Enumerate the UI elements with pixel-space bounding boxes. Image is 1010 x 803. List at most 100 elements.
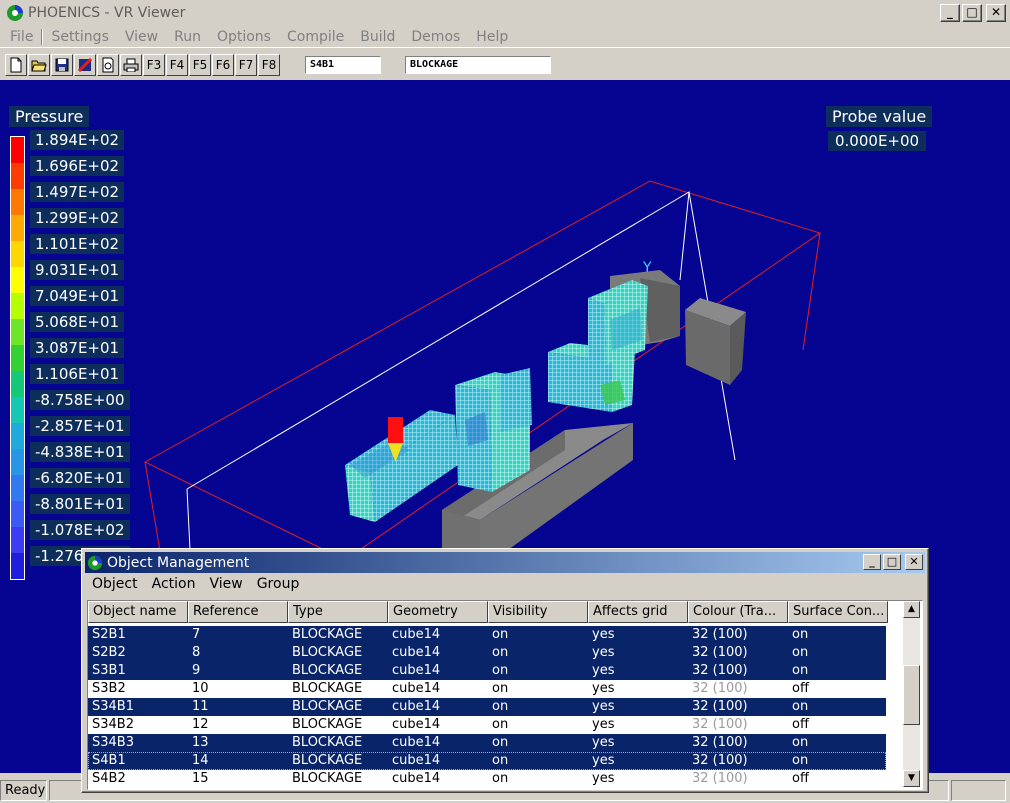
legend-value: 1.696E+02 <box>30 155 130 181</box>
table-cell-colour: 32 (100) <box>692 663 748 678</box>
column-header[interactable]: Surface Con... <box>788 601 888 623</box>
f7-button[interactable]: F7 <box>235 54 257 76</box>
document-view-icon[interactable] <box>97 54 119 76</box>
legend-swatch <box>11 501 24 527</box>
dialog-maximize-button[interactable]: □ <box>883 554 901 570</box>
table-cell-surface: off <box>792 717 809 732</box>
column-header[interactable]: Object name <box>88 601 188 623</box>
menu-compile[interactable]: Compile <box>279 29 352 45</box>
table-row[interactable]: S2B2 8 BLOCKAGE cube14 on yes 32 (100) on <box>88 644 886 662</box>
table-cell-surface: on <box>792 663 809 678</box>
maximize-button[interactable]: □ <box>962 4 982 22</box>
table-cell-surface: on <box>792 627 809 642</box>
table-cell-ref: 12 <box>192 717 209 732</box>
legend-value: 1.894E+02 <box>30 129 130 155</box>
column-header[interactable]: Reference <box>188 601 288 623</box>
legend-values: 1.894E+02 1.696E+02 1.497E+02 1.299E+02 1.10… <box>30 129 130 571</box>
f8-button[interactable]: F8 <box>258 54 280 76</box>
dialog-menu-action[interactable]: Action <box>145 575 203 595</box>
table-cell-affects: yes <box>592 627 615 642</box>
legend-swatch <box>11 137 24 163</box>
scroll-thumb[interactable] <box>903 665 920 725</box>
legend-value: 1.101E+02 <box>30 233 130 259</box>
column-header[interactable]: Colour (Tra... <box>688 601 788 623</box>
table-row[interactable]: S2B1 7 BLOCKAGE cube14 on yes 32 (100) on <box>88 626 886 644</box>
legend-swatch <box>11 553 24 579</box>
menu-build[interactable]: Build <box>352 29 403 45</box>
table-cell-colour: 32 (100) <box>692 645 748 660</box>
legend-swatch <box>11 215 24 241</box>
object-management-dialog: Object Management _ □ ✕ Object Action Vi… <box>81 548 929 793</box>
column-header[interactable]: Visibility <box>488 601 588 623</box>
scroll-up-button[interactable]: ▲ <box>903 601 920 618</box>
dialog-minimize-button[interactable]: _ <box>863 554 881 570</box>
menu-file[interactable]: File <box>0 29 41 45</box>
table-cell-visibility: on <box>492 753 509 768</box>
dialog-close-button[interactable]: ✕ <box>905 554 923 570</box>
menu-options[interactable]: Options <box>209 29 279 45</box>
menu-view[interactable]: View <box>117 29 166 45</box>
menu-run[interactable]: Run <box>166 29 209 45</box>
table-cell-visibility: on <box>492 717 509 732</box>
status-panel-end <box>951 780 1006 801</box>
open-folder-icon[interactable] <box>28 54 50 76</box>
column-header[interactable]: Geometry <box>388 601 488 623</box>
dialog-title-bar[interactable]: Object Management _ □ ✕ <box>85 552 925 573</box>
table-cell-ref: 7 <box>192 627 201 642</box>
table-cell-ref: 13 <box>192 735 209 750</box>
table-header: Object name Reference Type Geometry Visibili… <box>88 601 888 623</box>
table-cell-name: S2B1 <box>92 627 126 642</box>
dialog-menu-object[interactable]: Object <box>85 575 145 595</box>
palette-icon[interactable] <box>74 54 96 76</box>
legend-swatch <box>11 163 24 189</box>
minimize-button[interactable]: _ <box>940 4 960 22</box>
table-cell-affects: yes <box>592 753 615 768</box>
close-button[interactable]: ✕ <box>986 4 1006 22</box>
menu-help[interactable]: Help <box>468 29 516 45</box>
column-header[interactable]: Affects grid <box>588 601 688 623</box>
table-row[interactable]: S4B2 15 BLOCKAGE cube14 on yes 32 (100) off <box>88 770 886 788</box>
menu-demos[interactable]: Demos <box>403 29 468 45</box>
table-cell-ref: 15 <box>192 771 209 786</box>
table-row[interactable]: S34B2 12 BLOCKAGE cube14 on yes 32 (100) off <box>88 716 886 734</box>
table-row[interactable]: S34B3 13 BLOCKAGE cube14 on yes 32 (100) on <box>88 734 886 752</box>
legend-value: 9.031E+01 <box>30 259 130 285</box>
table-cell-type: BLOCKAGE <box>292 645 363 660</box>
title-bar: PHOENICS - VR Viewer _ □ ✕ <box>0 0 1010 26</box>
f6-button[interactable]: F6 <box>212 54 234 76</box>
table-row[interactable]: S3B2 10 BLOCKAGE cube14 on yes 32 (100) off <box>88 680 886 698</box>
table-cell-geometry: cube14 <box>392 735 441 750</box>
legend-swatch <box>11 397 24 423</box>
vertical-scrollbar[interactable]: ▲ ▼ <box>903 601 920 787</box>
menu-settings[interactable]: Settings <box>43 29 116 45</box>
table-row[interactable]: S4B1 14 BLOCKAGE cube14 on yes 32 (100) on <box>88 752 886 770</box>
menu-bar: File Settings View Run Options Compile B… <box>0 26 1010 48</box>
legend-value: -6.820E+01 <box>30 467 130 493</box>
f5-button[interactable]: F5 <box>189 54 211 76</box>
object-type-field[interactable]: BLOCKAGE <box>405 56 551 74</box>
scroll-down-button[interactable]: ▼ <box>903 770 920 787</box>
table-cell-name: S4B2 <box>92 771 126 786</box>
save-disk-icon[interactable] <box>51 54 73 76</box>
f3-button[interactable]: F3 <box>143 54 165 76</box>
table-cell-colour: 32 (100) <box>692 627 748 642</box>
table-cell-visibility: on <box>492 735 509 750</box>
print-icon[interactable] <box>120 54 142 76</box>
table-cell-affects: yes <box>592 771 615 786</box>
object-name-field[interactable]: S4B1 <box>305 56 381 74</box>
f4-button[interactable]: F4 <box>166 54 188 76</box>
new-file-icon[interactable] <box>5 54 27 76</box>
grey-blockage-right <box>685 298 746 385</box>
table-cell-geometry: cube14 <box>392 645 441 660</box>
table-row[interactable]: S3B1 9 BLOCKAGE cube14 on yes 32 (100) on <box>88 662 886 680</box>
table-row[interactable]: S34B1 11 BLOCKAGE cube14 on yes 32 (100) on <box>88 698 886 716</box>
dialog-menu-group[interactable]: Group <box>250 575 307 595</box>
legend-swatch <box>11 319 24 345</box>
table-cell-name: S34B1 <box>92 699 134 714</box>
probe-value: 0.000E+00 <box>828 131 927 151</box>
legend-title: Pressure <box>9 106 90 127</box>
table-cell-colour: 32 (100) <box>692 699 748 714</box>
column-header[interactable]: Type <box>288 601 388 623</box>
dialog-menu-view[interactable]: View <box>202 575 249 595</box>
table-cell-affects: yes <box>592 717 615 732</box>
